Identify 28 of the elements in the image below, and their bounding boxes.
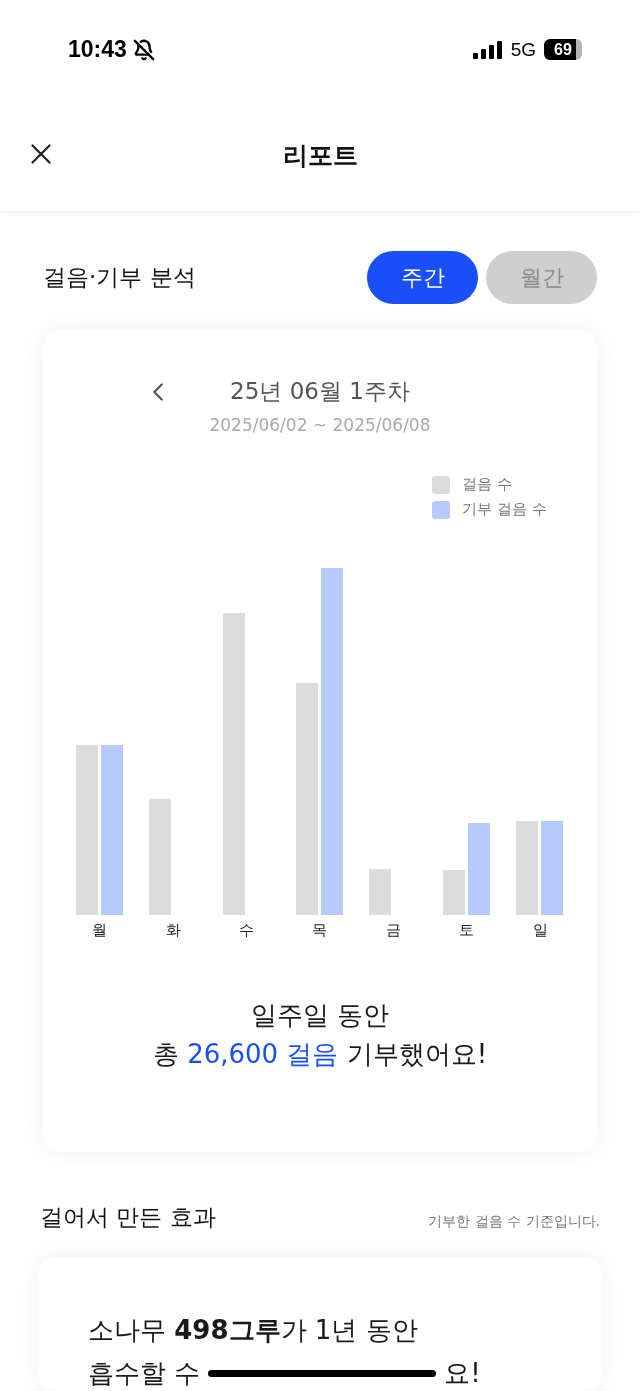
effect-text: 소나무 498그루가 1년 동안: [88, 1314, 419, 1347]
legend-label: 걸음 수: [462, 475, 513, 495]
day-label: 화: [165, 921, 181, 941]
date-range: 2025/06/02 ~ 2025/06/08: [209, 415, 431, 436]
day-label: 월: [92, 921, 108, 941]
period-tab[interactable]: 주간: [367, 251, 478, 305]
day-label: 금: [385, 921, 401, 941]
legend-label: 기부 걸음 수: [462, 500, 547, 520]
battery-indicator: 69: [544, 39, 582, 61]
signal-icon: [472, 40, 503, 59]
day-label: 일: [532, 921, 548, 941]
summary-text: 총 26,600 걸음 기부했어요!: [152, 1038, 488, 1072]
day-label: 수: [239, 921, 255, 941]
network-label: 5G: [510, 38, 536, 61]
section-title: 걸어서 만든 효과: [40, 1203, 216, 1232]
step-bar: [369, 869, 392, 916]
status-time: 10:43: [68, 36, 127, 64]
page-title: 리포트: [282, 139, 358, 172]
note-text: 기부한 걸음 수 기준입니다.: [428, 1212, 600, 1231]
summary-text: 일주일 동안: [250, 999, 390, 1033]
day-label: 토: [459, 921, 475, 941]
effect-text: 흡수할 수: [88, 1357, 201, 1390]
section-title: 걸음·기부 분석: [43, 263, 196, 293]
week-title: 25년 06월 1주차: [230, 377, 410, 407]
step-bar: [442, 870, 465, 916]
effect-text: 요!: [444, 1357, 481, 1390]
day-label: 목: [312, 921, 328, 941]
bell-off-icon: [132, 38, 155, 61]
